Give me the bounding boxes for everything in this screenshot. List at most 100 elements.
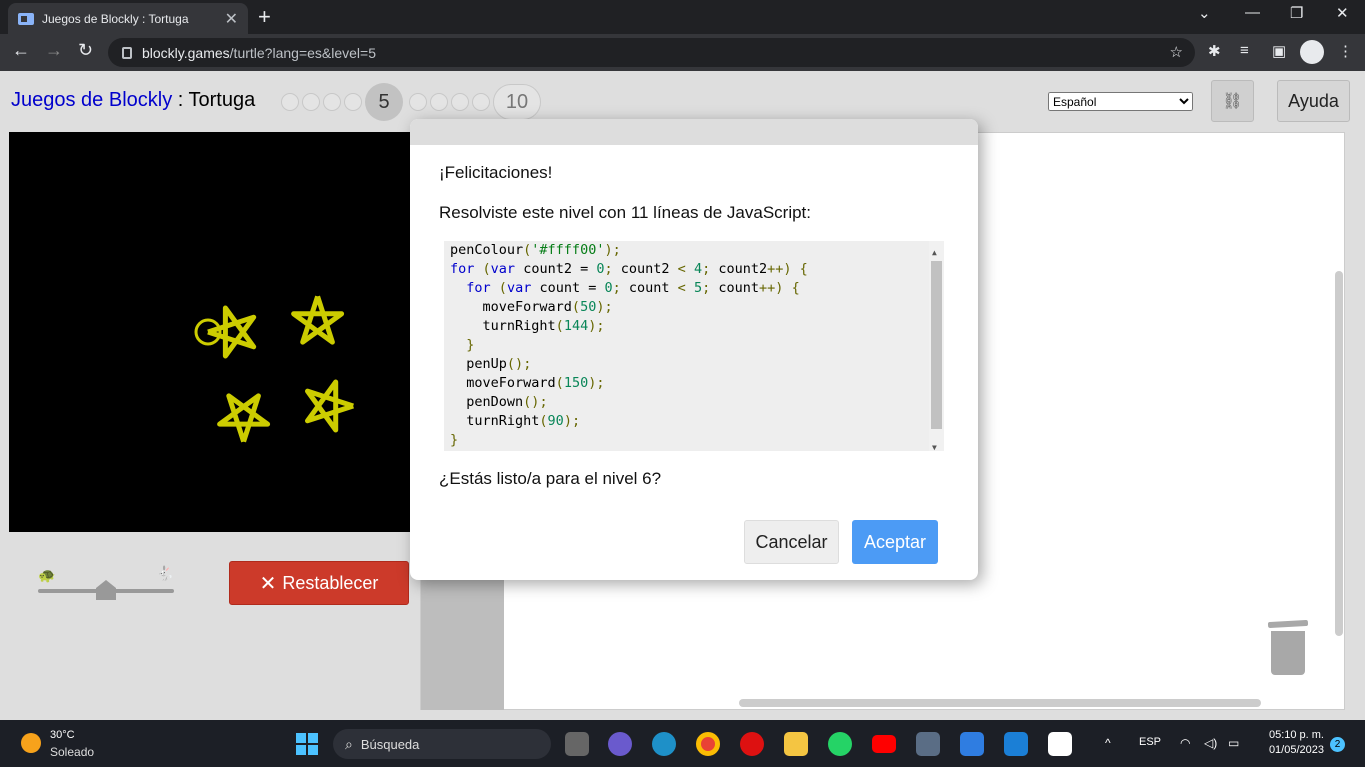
level-dot-3[interactable] — [323, 93, 341, 111]
back-icon[interactable]: ← — [12, 40, 30, 61]
profile-avatar[interactable] — [1300, 40, 1324, 64]
trash-icon[interactable] — [1267, 619, 1309, 677]
taskbar: 30°C Soleado ⌕ Búsqueda ^ ESP ◠ ◁) ▭ 05:… — [0, 720, 1365, 767]
blockly-games-link[interactable]: Juegos de Blockly — [11, 89, 172, 111]
tab-search-chevron-icon[interactable]: ⌄ — [1198, 4, 1211, 22]
level-current[interactable]: 5 — [365, 83, 403, 121]
reset-label: Restablecer — [282, 572, 379, 593]
code-line: penColour('#ffff00'); — [450, 242, 621, 258]
volume-icon[interactable]: ◁) — [1204, 736, 1217, 750]
congrats-dialog: ¡Felicitaciones! Resolviste este nivel c… — [410, 119, 978, 580]
level-dot-2[interactable] — [302, 93, 320, 111]
url-path: /turtle?lang=es&level=5 — [229, 44, 376, 61]
calculator-icon[interactable] — [916, 732, 940, 756]
generated-code[interactable]: penColour('#ffff00'); for (var count2 = 0… — [444, 241, 944, 451]
media-icon[interactable]: ≡ — [1240, 42, 1249, 59]
amazon-icon[interactable] — [1048, 732, 1072, 756]
notification-badge[interactable]: 2 — [1330, 737, 1345, 752]
level-selector: 5 10 — [281, 83, 544, 121]
bookmark-star-icon[interactable]: ☆ — [1170, 43, 1183, 61]
code-scrollbar[interactable]: ▲ ▼ — [929, 241, 944, 451]
star-shape — [217, 393, 271, 443]
reload-icon[interactable]: ↻ — [78, 40, 93, 61]
speed-slider[interactable]: 🐢 🐇 — [38, 565, 174, 600]
cancel-button[interactable]: Cancelar — [744, 520, 839, 564]
search-label: Búsqueda — [360, 736, 420, 752]
input-language[interactable]: ESP — [1139, 736, 1161, 748]
code-line: turnRight(144); — [450, 318, 605, 334]
clock-date: 01/05/2023 — [1268, 744, 1324, 756]
slider-thumb[interactable] — [96, 580, 116, 600]
reset-x-icon: ✕ — [259, 572, 277, 595]
blockly-favicon-icon — [18, 12, 34, 25]
side-panel-icon[interactable]: ▣ — [1272, 42, 1286, 60]
temperature[interactable]: 30°C — [50, 729, 75, 741]
weather-condition[interactable]: Soleado — [50, 745, 94, 759]
restore-icon[interactable]: ❐ — [1290, 4, 1303, 22]
link-button[interactable]: ⛓ — [1211, 80, 1254, 122]
code-line: penUp(); — [450, 356, 532, 372]
window-close-icon[interactable]: ✕ — [1336, 4, 1349, 22]
code-line: for (var count2 = 0; count2 < 4; count2+… — [450, 261, 808, 277]
scroll-down-icon[interactable]: ▼ — [932, 438, 937, 451]
game-name: Tortuga — [188, 89, 256, 111]
congrats-text: ¡Felicitaciones! — [439, 163, 553, 182]
chrome-icon[interactable] — [696, 732, 720, 756]
link-icon: ⛓ — [1222, 93, 1243, 110]
code-lines: penColour('#ffff00'); for (var count2 = 0… — [450, 241, 924, 450]
level-dot-8[interactable] — [451, 93, 469, 111]
clock-time: 05:10 p. m. — [1268, 729, 1324, 741]
workspace-horizontal-scrollbar[interactable] — [739, 699, 1261, 707]
code-line: } — [450, 432, 459, 448]
code-scroll-thumb[interactable] — [931, 261, 942, 429]
level-dot-7[interactable] — [430, 93, 448, 111]
teams-chat-icon[interactable] — [608, 732, 632, 756]
accept-button[interactable]: Aceptar — [852, 520, 938, 564]
tray-chevron-icon[interactable]: ^ — [1105, 736, 1111, 750]
level-dot-6[interactable] — [409, 93, 427, 111]
mail-icon[interactable] — [1004, 732, 1028, 756]
level-dot-1[interactable] — [281, 93, 299, 111]
tab-title: Juegos de Blockly : Tortuga — [42, 11, 189, 26]
scroll-up-icon[interactable]: ▲ — [932, 243, 937, 262]
language-select[interactable]: Español — [1048, 92, 1193, 111]
extensions-icon[interactable]: ✱ — [1208, 42, 1221, 60]
windows-start-icon[interactable] — [296, 733, 318, 755]
minimize-icon[interactable]: — — [1245, 4, 1260, 21]
youtube-icon[interactable] — [872, 735, 896, 753]
tab-close-icon[interactable]: ✕ — [225, 9, 238, 29]
task-view-icon[interactable] — [565, 732, 589, 756]
menu-icon[interactable]: ⋮ — [1338, 42, 1353, 60]
next-level-question: ¿Estás listo/a para el nivel 6? — [439, 469, 662, 488]
level-dot-4[interactable] — [344, 93, 362, 111]
forward-icon[interactable]: → — [45, 40, 63, 61]
level-last[interactable]: 10 — [493, 84, 541, 120]
new-tab-button[interactable]: + — [258, 4, 271, 30]
battery-icon[interactable]: ▭ — [1228, 736, 1239, 750]
whatsapp-icon[interactable] — [828, 732, 852, 756]
workspace-vertical-scrollbar[interactable] — [1335, 271, 1343, 636]
reset-button[interactable]: ✕ Restablecer — [229, 561, 409, 605]
taskbar-search[interactable]: ⌕ Búsqueda — [333, 729, 551, 759]
drawing-svg — [194, 295, 354, 443]
sun-icon[interactable] — [21, 733, 41, 753]
level-dot-9[interactable] — [472, 93, 490, 111]
browser-tab-strip: Juegos de Blockly : Tortuga ✕ + ⌄ — ❐ ✕ — [0, 0, 1365, 34]
address-bar[interactable]: blockly.games /turtle?lang=es&level=5 ☆ — [108, 38, 1195, 67]
file-explorer-icon[interactable] — [784, 732, 808, 756]
page-title: Juegos de Blockly : Tortuga — [11, 89, 255, 112]
summary-text: Resolviste este nivel con 11 líneas de J… — [439, 203, 811, 222]
wifi-icon[interactable]: ◠ — [1180, 736, 1190, 750]
browser-tab[interactable]: Juegos de Blockly : Tortuga ✕ — [8, 3, 248, 34]
browser-toolbar: ← → ↻ blockly.games /turtle?lang=es&leve… — [0, 34, 1365, 71]
turtle-canvas — [9, 132, 410, 532]
code-line: moveForward(50); — [450, 299, 613, 315]
clock[interactable]: 05:10 p. m. 01/05/2023 — [1258, 728, 1324, 758]
trash-body — [1271, 631, 1305, 675]
store-icon[interactable] — [960, 732, 984, 756]
help-button[interactable]: Ayuda — [1277, 80, 1350, 122]
lock-icon — [122, 46, 132, 59]
opera-icon[interactable] — [740, 732, 764, 756]
edge-icon[interactable] — [652, 732, 676, 756]
code-line: } — [466, 337, 475, 353]
